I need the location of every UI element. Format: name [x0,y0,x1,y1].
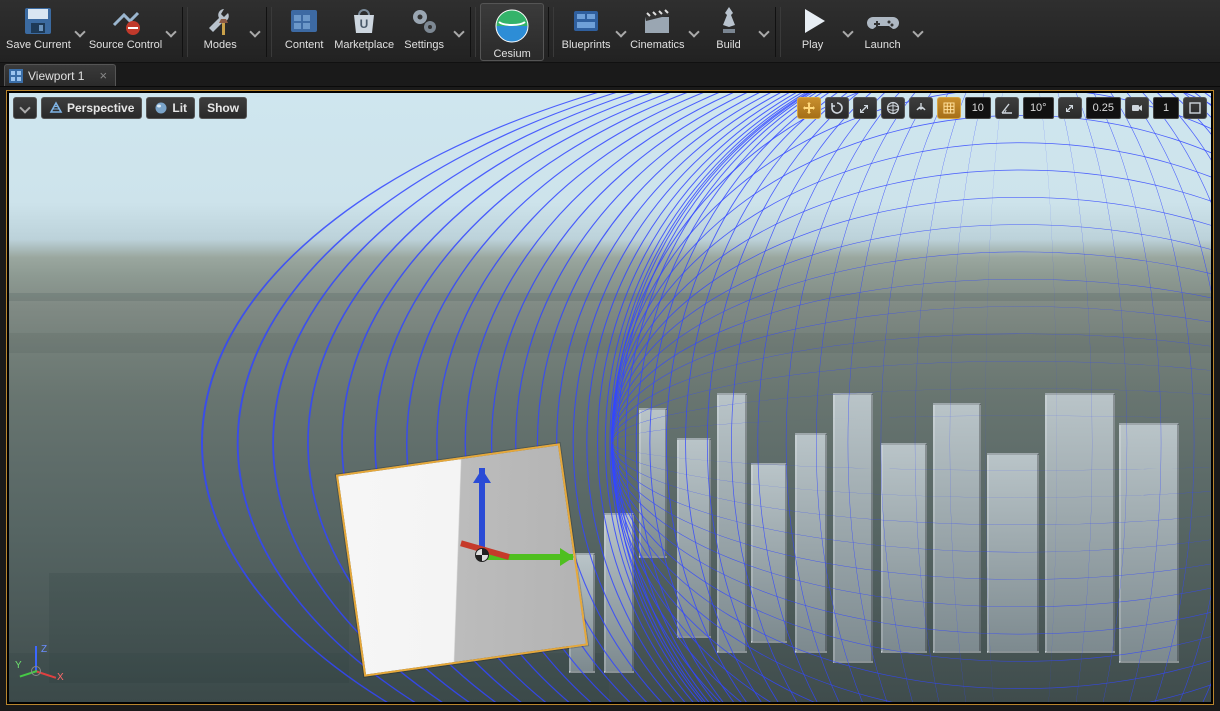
play-dropdown[interactable] [841,3,855,61]
build-label: Build [716,39,740,51]
save-current-button[interactable]: Save Current [4,3,73,61]
content-browser-icon [288,5,320,37]
source-control-dropdown[interactable] [164,3,178,61]
viewport-options-dropdown[interactable] [13,97,37,119]
blueprints-button[interactable]: Blueprints [558,3,614,61]
sphere-lit-icon [154,101,168,115]
scale-snap-toggle[interactable] [1058,97,1082,119]
transform-scale-button[interactable] [853,97,877,119]
cesium-globe-icon [492,6,532,46]
wrench-paint-icon [204,5,236,37]
gamepad-icon [867,5,899,37]
angle-snap-value[interactable]: 10° [1023,97,1054,119]
save-dropdown[interactable] [73,3,87,61]
marketplace-button[interactable]: U Marketplace [332,3,396,61]
perspective-label: Perspective [67,101,134,115]
floppy-disk-icon [22,5,54,37]
save-current-label: Save Current [6,39,71,51]
selected-cube-actor[interactable] [336,443,588,676]
maximize-icon [1189,102,1201,114]
settings-dropdown[interactable] [452,3,466,61]
content-label: Content [285,39,324,51]
lit-mode-button[interactable]: Lit [146,97,195,119]
perspective-icon [49,101,63,115]
scale-icon [858,101,872,115]
launch-dropdown[interactable] [911,3,925,61]
blueprint-icon [570,5,602,37]
transform-translate-button[interactable] [797,97,821,119]
lit-label: Lit [172,101,187,115]
modes-label: Modes [204,39,237,51]
toolbar-separator [548,7,554,57]
angle-icon [1000,101,1014,115]
cinematics-label: Cinematics [630,39,684,51]
clapperboard-icon [641,5,673,37]
settings-button[interactable]: Settings [396,3,452,61]
launch-label: Launch [864,39,900,51]
play-icon [797,5,829,37]
cinematics-button[interactable]: Cinematics [628,3,686,61]
gears-icon [408,5,440,37]
build-dropdown[interactable] [757,3,771,61]
tab-bar: Viewport 1 × [0,63,1220,87]
show-flags-button[interactable]: Show [199,97,247,119]
source-control-button[interactable]: Source Control [87,3,164,61]
toolbar-separator [182,7,188,57]
modes-button[interactable]: Modes [192,3,248,61]
toolbar-separator [470,7,476,57]
tab-title: Viewport 1 [28,69,84,83]
camera-speed-value[interactable]: 1 [1153,97,1179,119]
blueprints-dropdown[interactable] [614,3,628,61]
globe-icon [886,101,900,115]
tab-viewport-1[interactable]: Viewport 1 × [4,64,116,86]
source-control-icon [110,5,142,37]
launch-button[interactable]: Launch [855,3,911,61]
content-button[interactable]: Content [276,3,332,61]
camera-icon [1130,101,1144,115]
cesium-label: Cesium [493,48,530,60]
transform-rotate-button[interactable] [825,97,849,119]
scale-snap-icon [1063,101,1077,115]
cesium-button[interactable]: Cesium [480,3,544,61]
show-label: Show [207,101,239,115]
toolbar-separator [266,7,272,57]
marketplace-label: Marketplace [334,39,394,51]
rotate-icon [830,101,844,115]
viewport-maximize-button[interactable] [1183,97,1207,119]
viewport-frame: Z X Y Perspective Lit Show [6,90,1214,705]
angle-snap-toggle[interactable] [995,97,1019,119]
build-statue-icon [713,5,745,37]
move-icon [802,101,816,115]
play-label: Play [802,39,823,51]
build-button[interactable]: Build [701,3,757,61]
surface-snap-icon [914,101,928,115]
scale-snap-value[interactable]: 0.25 [1086,97,1121,119]
settings-label: Settings [404,39,444,51]
main-toolbar: Save Current Source Control [0,0,1220,63]
cinematics-dropdown[interactable] [687,3,701,61]
grid-snap-toggle[interactable] [937,97,961,119]
svg-text:U: U [360,17,369,31]
source-control-label: Source Control [89,39,162,51]
viewport-right-toolbar: 10 10° 0.25 1 [797,97,1207,119]
camera-speed-button[interactable] [1125,97,1149,119]
shopping-bag-icon: U [348,5,380,37]
modes-dropdown[interactable] [248,3,262,61]
viewport-tab-icon [9,69,23,83]
perspective-button[interactable]: Perspective [41,97,142,119]
world-axis-widget: Z X Y [17,646,65,694]
tab-close-button[interactable]: × [99,68,107,83]
grid-icon [942,101,956,115]
surface-snap-button[interactable] [909,97,933,119]
toolbar-separator [775,7,781,57]
grid-snap-value[interactable]: 10 [965,97,991,119]
viewport-left-toolbar: Perspective Lit Show [13,97,247,119]
coord-space-button[interactable] [881,97,905,119]
scene-background: Z X Y [9,93,1211,702]
play-button[interactable]: Play [785,3,841,61]
viewport-3d[interactable]: Z X Y Perspective Lit Show [9,93,1211,702]
blueprints-label: Blueprints [562,39,611,51]
